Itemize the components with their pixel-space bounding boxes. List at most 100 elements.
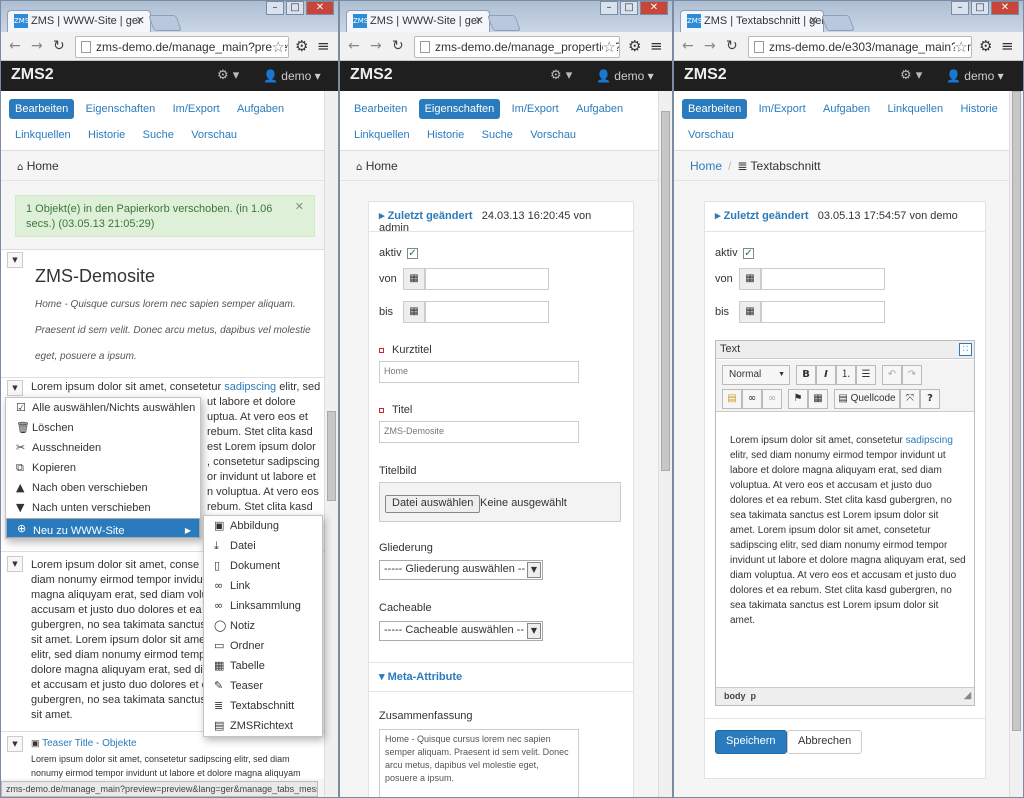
block-menu-caret-icon[interactable]: ▼ <box>7 380 23 396</box>
path-p[interactable]: p <box>751 691 757 701</box>
tab-im-export[interactable]: Im/Export <box>167 99 226 119</box>
ordered-list-icon[interactable]: ⒈ <box>836 365 856 385</box>
forward-icon[interactable]: → <box>370 38 382 54</box>
minimize-icon[interactable]: – <box>600 1 618 15</box>
menu-item-new[interactable]: ⊕ Neu zu WWW-Site ▶ <box>6 518 200 538</box>
block-menu-caret-icon[interactable]: ▼ <box>7 556 23 572</box>
bookmark-star-icon[interactable]: ☆ <box>954 38 968 56</box>
browser-tab[interactable]: ZMS ZMS | Textabschnitt | ger ✕ <box>680 10 824 32</box>
zusammenfassung-textarea[interactable]: Home - Quisque cursus lorem nec sapien s… <box>379 729 579 797</box>
tab-suche[interactable]: Suche <box>137 125 180 145</box>
block-menu-caret-icon[interactable]: ▼ <box>7 252 23 268</box>
user-menu[interactable]: 👤 demo ▾ <box>596 69 654 83</box>
scrollbar[interactable] <box>658 91 672 797</box>
settings-gear-icon[interactable]: ⚙ ▾ <box>550 68 572 83</box>
tab-historie[interactable]: Historie <box>421 125 470 145</box>
tab-linkquellen[interactable]: Linkquellen <box>348 125 416 145</box>
calendar-icon[interactable]: ▦ <box>403 268 425 290</box>
maximize-icon[interactable]: □ <box>971 1 989 15</box>
path-body[interactable]: body <box>724 691 746 701</box>
menu-icon[interactable]: ≡ <box>317 37 330 55</box>
submenu-item-tabelle[interactable]: ▦ Tabelle <box>204 656 322 676</box>
reload-icon[interactable]: ↻ <box>726 38 738 54</box>
gliederung-select[interactable]: ----- Gliederung auswählen -- ▼ <box>379 560 543 580</box>
user-menu[interactable]: 👤 demo ▾ <box>263 69 321 83</box>
last-changed-label[interactable]: ▸ Zuletzt geändert <box>715 210 809 222</box>
user-menu[interactable]: 👤 demo ▾ <box>946 69 1004 83</box>
cancel-button[interactable]: Abbrechen <box>787 730 863 754</box>
submenu-item-notiz[interactable]: ◯ Notiz <box>204 616 322 636</box>
format-select[interactable]: Normal ▼ <box>722 365 790 385</box>
tab-bearbeiten[interactable]: Bearbeiten <box>682 99 748 119</box>
menu-item-move-up[interactable]: ▲ Nach oben verschieben <box>6 478 200 498</box>
scrollbar-thumb[interactable] <box>327 411 336 501</box>
address-bar[interactable]: zms-demo.de/manage_main?preview=pr☆ <box>75 36 289 58</box>
cacheable-select[interactable]: ----- Cacheable auswählen -- ▼ <box>379 621 543 641</box>
reload-icon[interactable]: ↻ <box>392 38 404 54</box>
new-tab-button[interactable] <box>148 15 182 31</box>
italic-icon[interactable]: I <box>816 365 836 385</box>
aktiv-checkbox[interactable]: ✓ <box>743 248 754 259</box>
tab-vorschau[interactable]: Vorschau <box>185 125 243 145</box>
close-alert-icon[interactable]: ✕ <box>295 200 304 215</box>
scrollbar-thumb[interactable] <box>1012 91 1021 731</box>
block-menu-caret-icon[interactable]: ▼ <box>7 736 23 752</box>
submenu-item-ordner[interactable]: ▭ Ordner <box>204 636 322 656</box>
close-window-icon[interactable]: ✕ <box>991 1 1019 15</box>
paste-icon[interactable]: ▤ <box>722 389 742 409</box>
aktiv-checkbox[interactable]: ✓ <box>407 248 418 259</box>
bookmark-star-icon[interactable]: ☆ <box>271 38 285 56</box>
breadcrumb-home[interactable]: Home <box>690 159 722 173</box>
menu-item-delete[interactable]: 🗑 Löschen <box>6 418 200 438</box>
menu-icon[interactable]: ≡ <box>650 37 663 55</box>
submenu-item-textabschnitt[interactable]: ≣ Textabschnitt <box>204 696 322 716</box>
brand[interactable]: ZMS2 <box>350 66 393 84</box>
calendar-icon[interactable]: ▦ <box>403 301 425 323</box>
maximize-icon[interactable]: □ <box>286 1 304 15</box>
address-bar[interactable]: zms-demo.de/e303/manage_main?lang=g ☆ <box>748 36 972 58</box>
tab-suche[interactable]: Suche <box>476 125 519 145</box>
tab-eigenschaften[interactable]: Eigenschaften <box>418 99 501 119</box>
unlink-icon[interactable]: ∞ <box>762 389 782 409</box>
address-bar[interactable]: zms-demo.de/manage_properties?lar ☆ <box>414 36 620 58</box>
close-tab-icon[interactable]: ✕ <box>475 14 484 27</box>
reload-icon[interactable]: ↻ <box>53 38 65 54</box>
browser-tab[interactable]: ZMS ZMS | WWW-Site | ger ✕ <box>346 10 490 32</box>
menu-item-cut[interactable]: ✂ Ausschneiden <box>6 438 200 458</box>
calendar-icon[interactable]: ▦ <box>739 301 761 323</box>
tab-historie[interactable]: Historie <box>954 99 1003 119</box>
tab-aufgaben[interactable]: Aufgaben <box>231 99 290 119</box>
extensions-gear-icon[interactable]: ⚙ <box>979 37 992 55</box>
help-icon[interactable]: ? <box>920 389 940 409</box>
bis-date-input[interactable] <box>761 301 885 323</box>
submenu-item-teaser[interactable]: ✎ Teaser <box>204 676 322 696</box>
bis-date-input[interactable] <box>425 301 549 323</box>
scrollbar[interactable] <box>1009 91 1023 797</box>
close-window-icon[interactable]: ✕ <box>306 1 334 15</box>
back-icon[interactable]: ← <box>682 38 694 54</box>
tab-aufgaben[interactable]: Aufgaben <box>817 99 876 119</box>
submenu-item-linksammlung[interactable]: ∞ Linksammlung <box>204 596 322 616</box>
save-button[interactable]: Speichern <box>715 730 787 754</box>
new-tab-button[interactable] <box>487 15 521 31</box>
submenu-item-datei[interactable]: ⤓ Datei <box>204 536 322 556</box>
new-tab-button[interactable] <box>821 15 855 31</box>
tab-im-export[interactable]: Im/Export <box>753 99 812 119</box>
unordered-list-icon[interactable]: ☰ <box>856 365 876 385</box>
tab-im-export[interactable]: Im/Export <box>506 99 565 119</box>
extensions-gear-icon[interactable]: ⚙ <box>628 37 641 55</box>
extensions-gear-icon[interactable]: ⚙ <box>295 37 308 55</box>
brand[interactable]: ZMS2 <box>684 66 727 84</box>
submenu-item-dokument[interactable]: ▯ Dokument <box>204 556 322 576</box>
von-date-input[interactable] <box>425 268 549 290</box>
editor-content[interactable]: Lorem ipsum dolor sit amet, consetetur s… <box>730 433 966 628</box>
minimize-icon[interactable]: – <box>266 1 284 15</box>
back-icon[interactable]: ← <box>9 38 21 54</box>
undo-icon[interactable]: ↶ <box>882 365 902 385</box>
browser-tab[interactable]: ZMS ZMS | WWW-Site | ger ✕ <box>7 10 151 32</box>
tab-historie[interactable]: Historie <box>82 125 131 145</box>
bold-icon[interactable]: B <box>796 365 816 385</box>
tab-bearbeiten[interactable]: Bearbeiten <box>348 99 413 119</box>
calendar-icon[interactable]: ▦ <box>739 268 761 290</box>
anchor-flag-icon[interactable]: ⚑ <box>788 389 808 409</box>
